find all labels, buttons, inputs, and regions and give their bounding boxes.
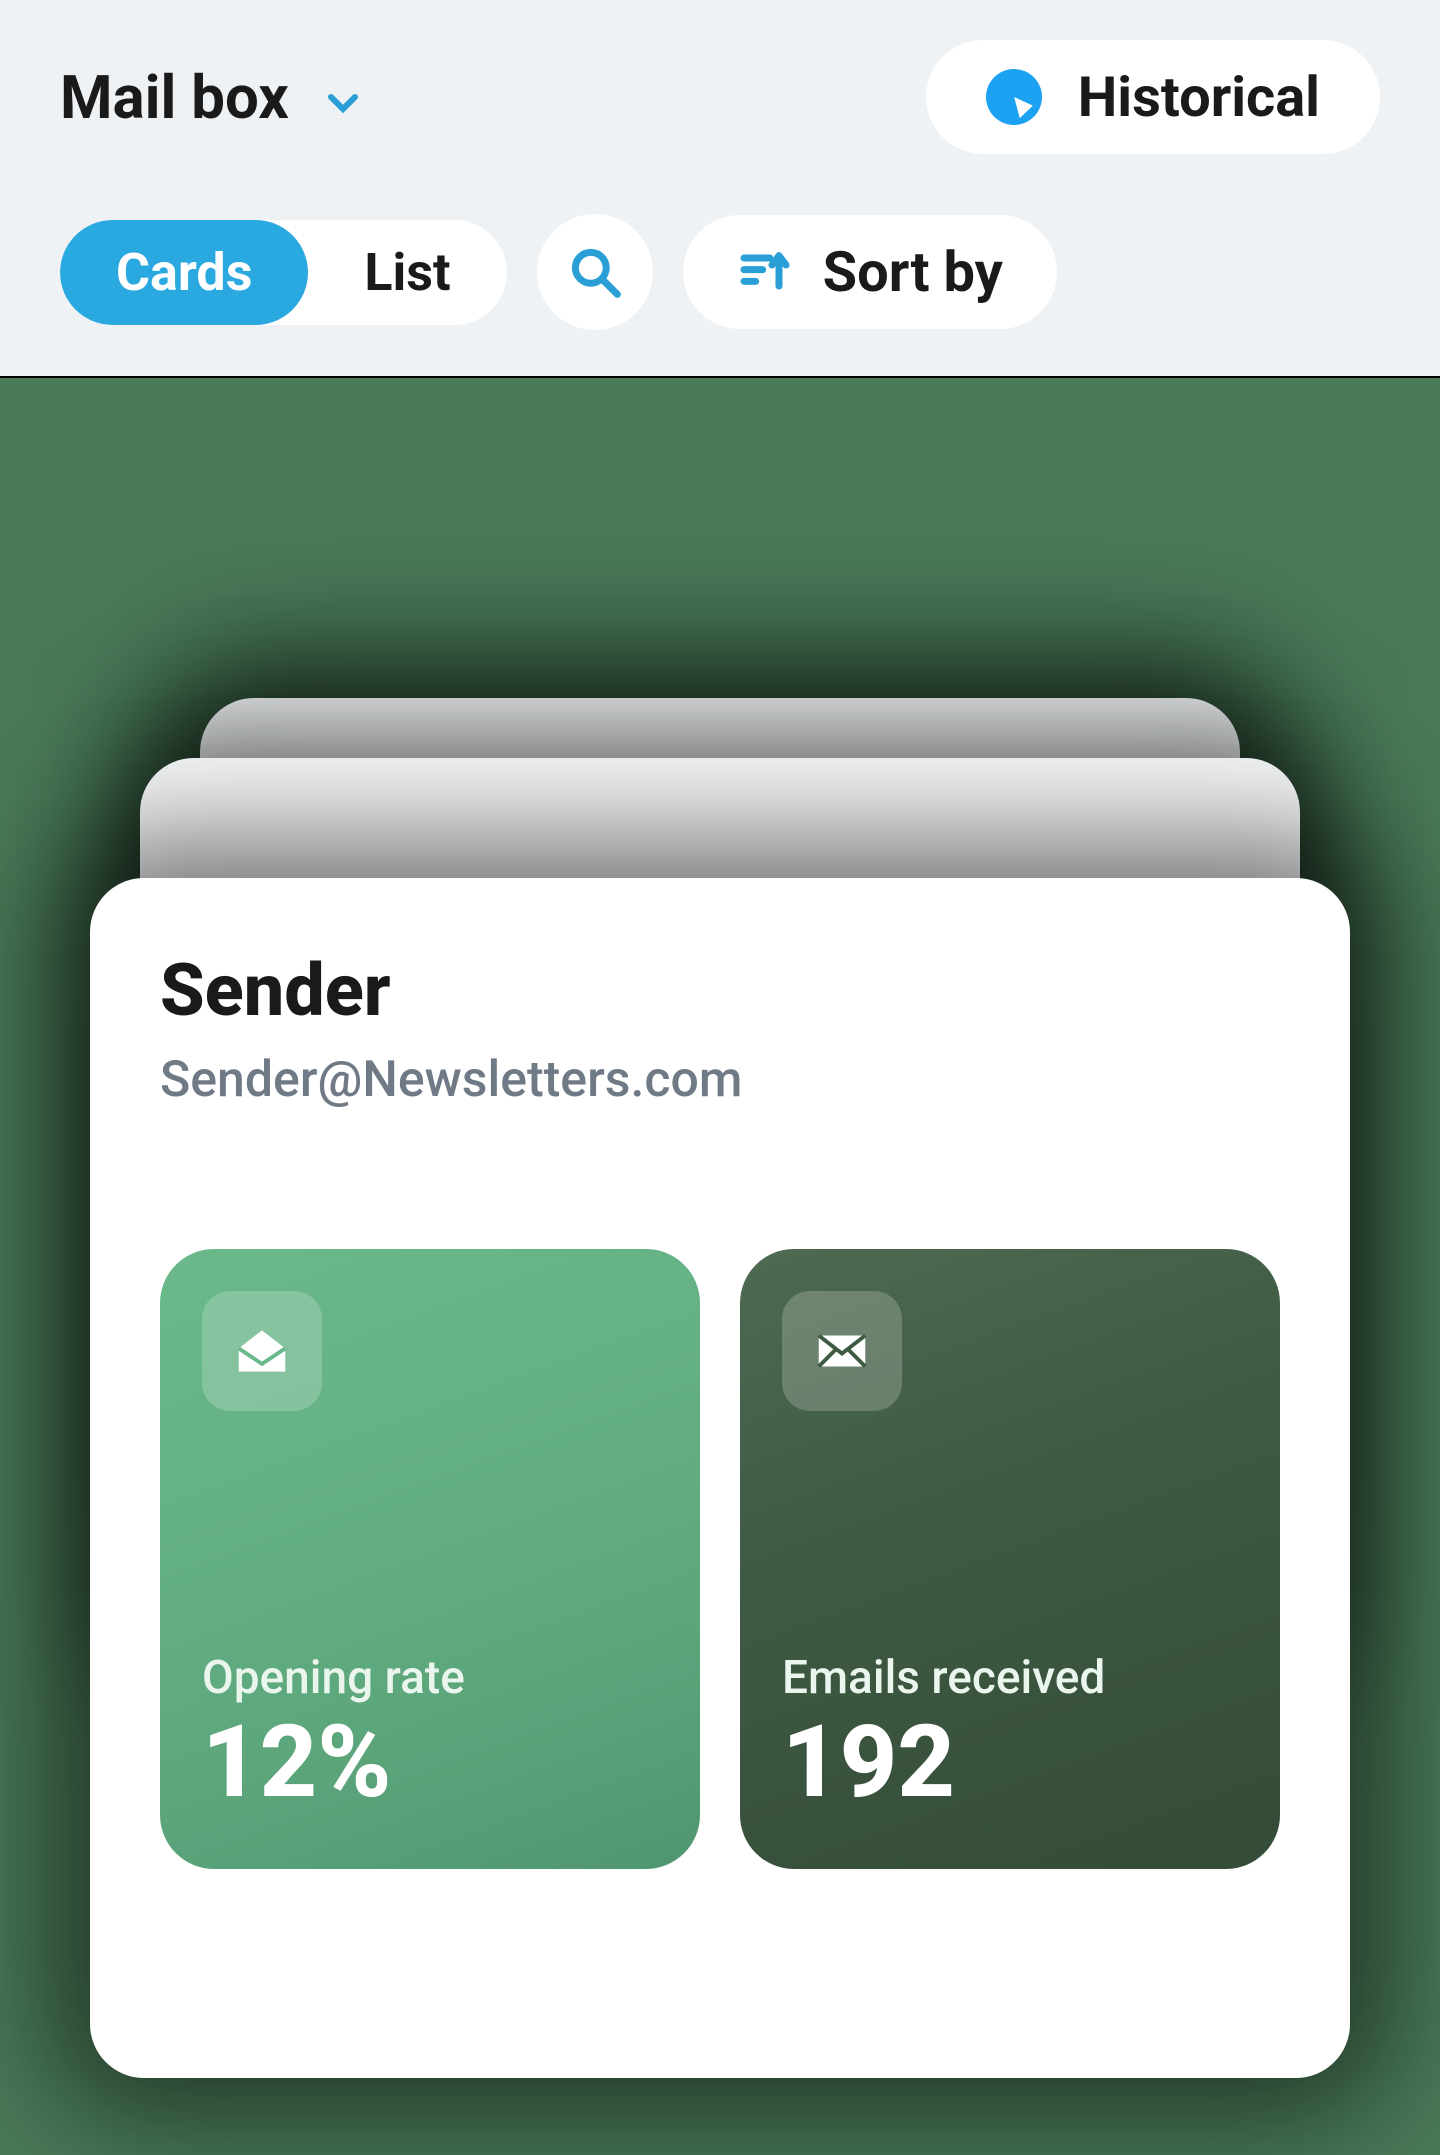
stat-emails-received-label: Emails received xyxy=(782,1651,1238,1705)
chevron-down-icon xyxy=(325,85,361,121)
search-icon xyxy=(567,244,623,300)
sender-title: Sender xyxy=(160,948,1280,1033)
sender-email: Sender@Newsletters.com xyxy=(160,1051,1280,1109)
open-envelope-icon xyxy=(202,1291,322,1411)
historical-label: Historical xyxy=(1078,64,1320,130)
sort-label: Sort by xyxy=(823,239,1003,305)
sort-button[interactable]: Sort by xyxy=(683,215,1057,329)
card-stage: Sender Sender@Newsletters.com Opening ra… xyxy=(0,378,1440,2113)
top-bar: Mail box Historical Cards List xyxy=(0,0,1440,378)
stat-emails-received-value: 192 xyxy=(782,1713,1238,1813)
stat-opening-rate-label: Opening rate xyxy=(202,1651,658,1705)
stat-opening-rate[interactable]: Opening rate 12% xyxy=(160,1249,700,1869)
view-toggle: Cards List xyxy=(60,220,507,325)
sender-card[interactable]: Sender Sender@Newsletters.com Opening ra… xyxy=(90,878,1350,2078)
stat-emails-received[interactable]: Emails received 192 xyxy=(740,1249,1280,1869)
view-list-tab[interactable]: List xyxy=(308,220,506,325)
stats-row: Opening rate 12% Emails received 192 xyxy=(160,1249,1280,1869)
sort-icon xyxy=(737,244,793,300)
search-button[interactable] xyxy=(537,214,653,330)
view-list-label: List xyxy=(364,242,450,303)
historical-button[interactable]: Historical xyxy=(926,40,1380,154)
clock-icon xyxy=(986,69,1042,125)
envelope-icon xyxy=(782,1291,902,1411)
mailbox-label: Mail box xyxy=(60,62,289,133)
mailbox-dropdown[interactable]: Mail box xyxy=(60,62,361,133)
view-cards-label: Cards xyxy=(116,242,252,303)
view-cards-tab[interactable]: Cards xyxy=(60,220,308,325)
stat-opening-rate-value: 12% xyxy=(202,1713,658,1813)
